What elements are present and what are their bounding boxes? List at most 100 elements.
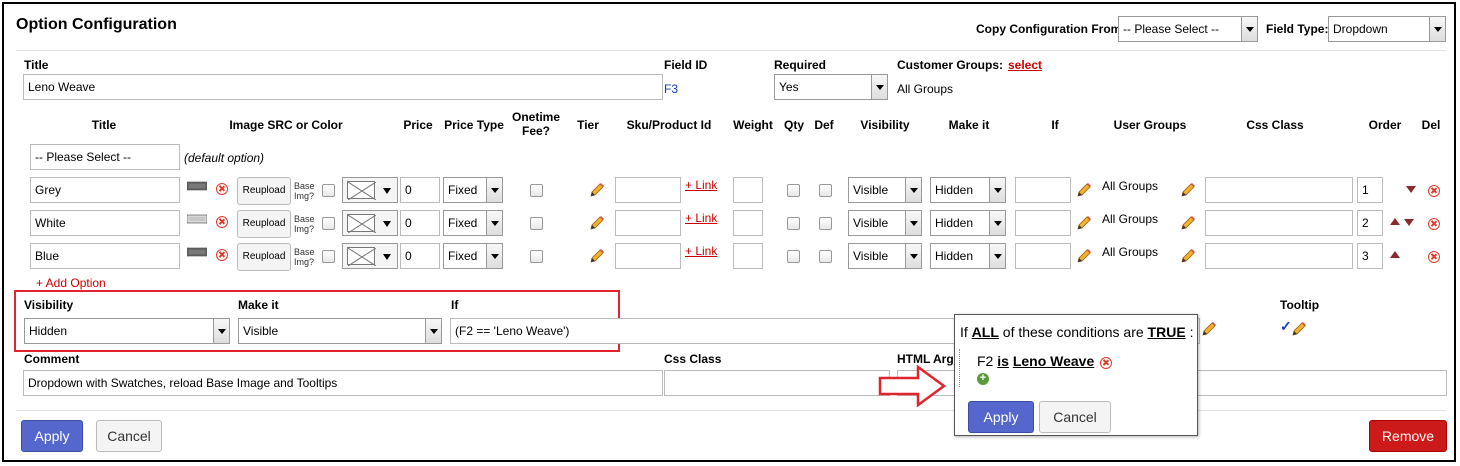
- if-input[interactable]: [1015, 243, 1071, 269]
- default-option-select[interactable]: -- Please Select --: [30, 144, 180, 170]
- title-input[interactable]: Leno Weave: [23, 74, 663, 100]
- customer-groups-select-link[interactable]: select: [1008, 58, 1042, 72]
- pencil-icon[interactable]: [1075, 214, 1093, 232]
- weight-input[interactable]: [733, 177, 763, 203]
- customer-groups-value: All Groups: [897, 82, 954, 96]
- pencil-icon[interactable]: [1075, 181, 1093, 199]
- base-img-checkbox[interactable]: [322, 184, 335, 197]
- pencil-icon[interactable]: [1290, 320, 1308, 338]
- css-class-input[interactable]: [664, 370, 890, 396]
- onetime-fee-checkbox[interactable]: [530, 250, 543, 263]
- price-type-select[interactable]: Fixed: [443, 210, 503, 236]
- color-picker[interactable]: [342, 210, 398, 236]
- css-class-input[interactable]: [1205, 210, 1353, 236]
- required-select[interactable]: Yes: [774, 74, 888, 100]
- price-input[interactable]: 0: [400, 177, 440, 203]
- pencil-icon[interactable]: [588, 181, 606, 199]
- cancel-button[interactable]: Cancel: [96, 420, 162, 452]
- delete-option-icon[interactable]: [1428, 185, 1440, 197]
- pencil-icon[interactable]: [588, 214, 606, 232]
- remove-image-icon[interactable]: [216, 216, 228, 228]
- option-title-input[interactable]: Blue: [30, 243, 180, 269]
- sku-input[interactable]: [615, 243, 681, 269]
- chevron-down-icon: [989, 244, 1005, 268]
- order-input[interactable]: 1: [1357, 177, 1383, 203]
- onetime-fee-checkbox[interactable]: [530, 217, 543, 230]
- remove-image-icon[interactable]: [216, 183, 228, 195]
- onetime-fee-checkbox[interactable]: [530, 184, 543, 197]
- add-condition-icon[interactable]: +: [977, 373, 989, 385]
- delete-option-icon[interactable]: [1428, 218, 1440, 230]
- make-it-select[interactable]: Hidden: [930, 210, 1006, 236]
- pencil-icon[interactable]: [1200, 320, 1218, 338]
- make-it-select[interactable]: Hidden: [930, 177, 1006, 203]
- popup-condition: F2 is Leno Weave: [977, 353, 1094, 369]
- base-img-checkbox[interactable]: [322, 217, 335, 230]
- pencil-icon[interactable]: [1179, 247, 1197, 265]
- add-option-link[interactable]: + Add Option: [36, 276, 106, 290]
- popup-apply-button[interactable]: Apply: [968, 401, 1034, 433]
- delete-option-icon[interactable]: [1428, 251, 1440, 263]
- css-class-input[interactable]: [1205, 177, 1353, 203]
- pencil-icon[interactable]: [1179, 181, 1197, 199]
- order-input[interactable]: 2: [1357, 210, 1383, 236]
- base-img-checkbox[interactable]: [322, 250, 335, 263]
- order-input[interactable]: 3: [1357, 243, 1383, 269]
- def-checkbox[interactable]: [819, 184, 832, 197]
- option-title-input[interactable]: White: [30, 210, 180, 236]
- popup-cond-operator[interactable]: is: [997, 353, 1009, 369]
- reupload-button[interactable]: Reupload: [237, 243, 291, 271]
- visibility-select[interactable]: Visible: [848, 177, 922, 203]
- reupload-button[interactable]: Reupload: [237, 210, 291, 238]
- def-checkbox[interactable]: [819, 217, 832, 230]
- move-down-icon[interactable]: [1404, 219, 1414, 226]
- if-input[interactable]: [1015, 210, 1071, 236]
- def-checkbox[interactable]: [819, 250, 832, 263]
- add-link[interactable]: + Link: [685, 178, 717, 192]
- popup-cond-value[interactable]: Leno Weave: [1013, 353, 1094, 369]
- remove-condition-icon[interactable]: [1100, 357, 1112, 369]
- pencil-icon[interactable]: [1179, 214, 1197, 232]
- apply-button[interactable]: Apply: [21, 420, 83, 452]
- field-type-select[interactable]: Dropdown: [1328, 16, 1446, 42]
- qty-checkbox[interactable]: [787, 250, 800, 263]
- qty-checkbox[interactable]: [787, 217, 800, 230]
- color-picker[interactable]: [342, 177, 398, 203]
- add-link[interactable]: + Link: [685, 244, 717, 258]
- make-it-select[interactable]: Hidden: [930, 243, 1006, 269]
- qty-checkbox[interactable]: [787, 184, 800, 197]
- option-title-input[interactable]: Grey: [30, 177, 180, 203]
- remove-button[interactable]: Remove: [1369, 420, 1447, 452]
- visibility-select[interactable]: Visible: [848, 243, 922, 269]
- price-input[interactable]: 0: [400, 210, 440, 236]
- weight-input[interactable]: [733, 210, 763, 236]
- copy-config-select[interactable]: -- Please Select --: [1118, 16, 1258, 42]
- price-type-select[interactable]: Fixed: [443, 177, 503, 203]
- move-up-icon[interactable]: [1390, 251, 1400, 258]
- make-it-value: Hidden: [935, 216, 974, 230]
- popup-all-selector[interactable]: ALL: [972, 324, 999, 340]
- move-up-icon[interactable]: [1390, 218, 1400, 225]
- remove-image-icon[interactable]: [216, 249, 228, 261]
- css-class-input[interactable]: [1205, 243, 1353, 269]
- visibility-select[interactable]: Visible: [848, 210, 922, 236]
- popup-true-selector[interactable]: TRUE: [1148, 324, 1186, 340]
- pencil-icon[interactable]: [588, 247, 606, 265]
- add-link[interactable]: + Link: [685, 211, 717, 225]
- visibility-select[interactable]: Hidden: [24, 318, 230, 344]
- price-input[interactable]: 0: [400, 243, 440, 269]
- weight-input[interactable]: [733, 243, 763, 269]
- move-down-icon[interactable]: [1406, 186, 1416, 193]
- divider: [16, 410, 1446, 411]
- sku-input[interactable]: [615, 210, 681, 236]
- visibility-label: Visibility: [24, 298, 74, 312]
- pencil-icon[interactable]: [1075, 247, 1093, 265]
- color-picker[interactable]: [342, 243, 398, 269]
- make-it-select[interactable]: Visible: [238, 318, 442, 344]
- sku-input[interactable]: [615, 177, 681, 203]
- reupload-button[interactable]: Reupload: [237, 177, 291, 205]
- popup-cancel-button[interactable]: Cancel: [1039, 401, 1111, 433]
- comment-input[interactable]: Dropdown with Swatches, reload Base Imag…: [23, 370, 663, 396]
- if-input[interactable]: [1015, 177, 1071, 203]
- price-type-select[interactable]: Fixed: [443, 243, 503, 269]
